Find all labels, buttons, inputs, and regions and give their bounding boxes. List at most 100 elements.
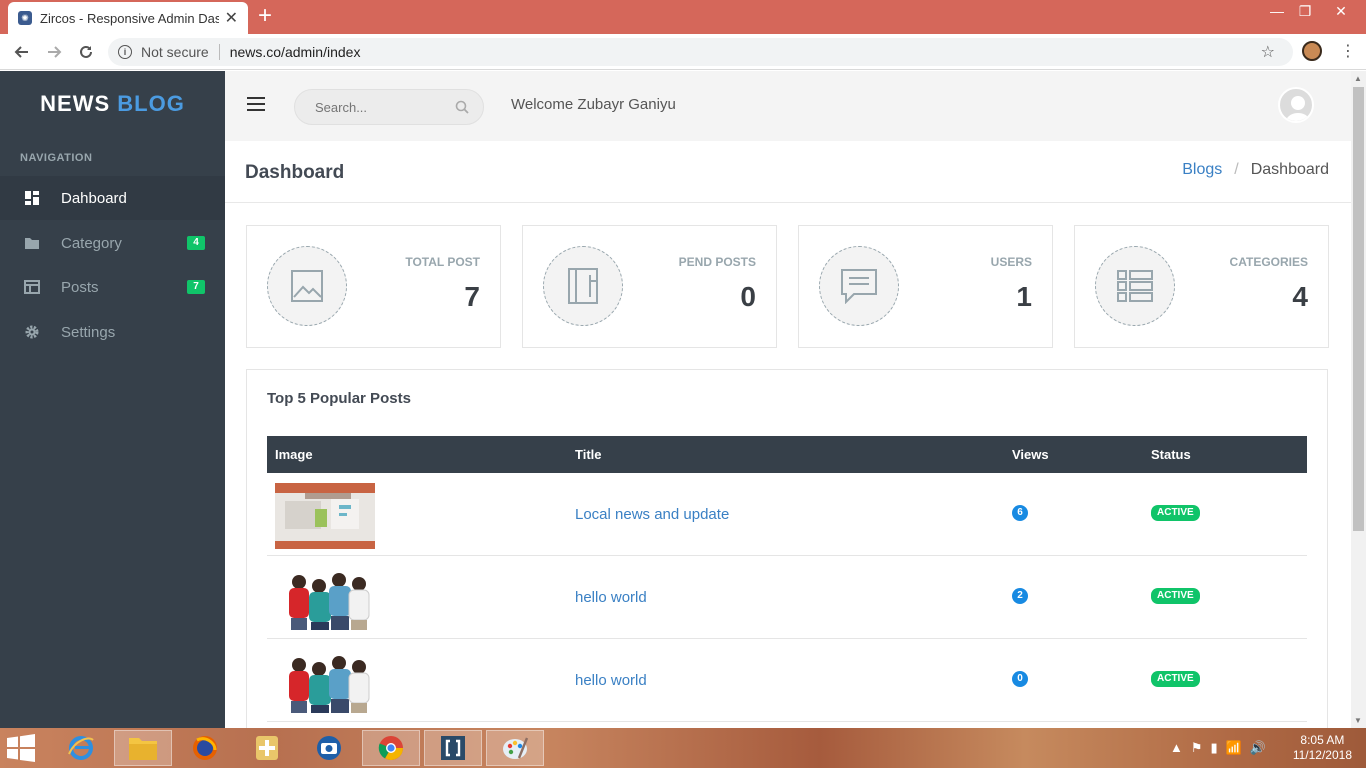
- security-label: Not secure: [141, 44, 209, 60]
- close-tab-icon[interactable]: ✕: [225, 8, 238, 28]
- stat-card-users: USERS 1: [798, 225, 1053, 348]
- calculator-icon: [256, 736, 278, 760]
- logo[interactable]: NEWS BLOG: [0, 91, 225, 117]
- menu-dots-icon[interactable]: ⋮: [1340, 41, 1356, 61]
- restore-icon[interactable]: ❐: [1290, 0, 1320, 22]
- system-tray-icons[interactable]: ▲⚑▮📶🔊: [1170, 740, 1274, 756]
- column-header-title: Title: [575, 447, 602, 462]
- stat-label: USERS: [990, 255, 1032, 269]
- folder-app-icon: [129, 738, 157, 760]
- status-badge: ACTIVE: [1151, 671, 1200, 687]
- sidebar-item-label: Category: [61, 234, 122, 252]
- post-thumbnail[interactable]: [275, 483, 375, 549]
- scrollbar-thumb[interactable]: [1353, 87, 1364, 531]
- sidebar-item-category[interactable]: Category 4: [0, 221, 225, 265]
- windows-start-icon[interactable]: [6, 734, 36, 762]
- post-title-link[interactable]: hello world: [575, 672, 647, 689]
- logo-news: NEWS: [40, 91, 111, 116]
- sidebar-item-posts[interactable]: Posts 7: [0, 265, 225, 309]
- chrome-icon: [378, 736, 403, 761]
- windows-taskbar: ▲⚑▮📶🔊 8:05 AM 11/12/2018: [0, 728, 1366, 768]
- taskbar-ie[interactable]: [52, 730, 110, 766]
- breadcrumb-separator: /: [1234, 161, 1239, 178]
- image-icon: [267, 246, 347, 326]
- info-icon[interactable]: i: [118, 45, 132, 59]
- taskbar-file-explorer[interactable]: [114, 730, 172, 766]
- stat-label: TOTAL POST: [405, 255, 480, 269]
- post-thumbnail[interactable]: [275, 566, 375, 632]
- clock-time: 8:05 AM: [1300, 733, 1345, 747]
- table-row: hello world 0 ACTIVE: [267, 639, 1307, 722]
- reload-button[interactable]: [74, 41, 98, 63]
- views-badge: 0: [1012, 671, 1028, 687]
- chat-icon: [819, 246, 899, 326]
- sidebar-item-settings[interactable]: Settings: [0, 310, 225, 354]
- clock-date: 11/12/2018: [1292, 748, 1352, 762]
- page-scrollbar[interactable]: ▲ ▼: [1351, 71, 1366, 728]
- url-bar[interactable]: i Not secure news.co/admin/index ☆: [108, 38, 1293, 66]
- dashboard-icon: [24, 190, 40, 206]
- posts-count-badge: 7: [187, 280, 205, 294]
- scroll-down-icon[interactable]: ▼: [1354, 716, 1362, 725]
- bookmark-star-icon[interactable]: ☆: [1261, 42, 1275, 62]
- browser-tab[interactable]: ✺ Zircos - Responsive Admin Dashb ✕: [8, 2, 248, 34]
- clock[interactable]: 8:05 AM 11/12/2018: [1293, 733, 1352, 763]
- taskbar-brackets[interactable]: [424, 730, 482, 766]
- user-avatar[interactable]: [1278, 87, 1314, 123]
- post-title-link[interactable]: hello world: [575, 589, 647, 606]
- logo-blog: BLOG: [117, 91, 185, 116]
- table-row: Local news and update 6 ACTIVE: [267, 473, 1307, 556]
- back-button[interactable]: [10, 41, 34, 63]
- sidebar-item-label: Posts: [61, 278, 99, 296]
- sidebar-item-dashboard[interactable]: Dahboard: [0, 176, 225, 220]
- reload-icon: [80, 45, 92, 58]
- stat-label: CATEGORIES: [1229, 255, 1308, 269]
- paint-palette-icon: [503, 737, 529, 759]
- nav-section-title: NAVIGATION: [20, 152, 93, 164]
- post-thumbnail[interactable]: [275, 649, 375, 715]
- views-badge: 2: [1012, 588, 1028, 604]
- forward-arrow-icon: [48, 46, 62, 58]
- stat-card-categories: CATEGORIES 4: [1074, 225, 1329, 348]
- favicon-icon: ✺: [18, 11, 32, 25]
- status-badge: ACTIVE: [1151, 588, 1200, 604]
- topbar: Welcome Zubayr Ganiyu: [225, 71, 1351, 141]
- stat-value: 1: [1016, 281, 1032, 312]
- taskbar-paint[interactable]: [486, 730, 544, 766]
- stat-card-total-post: TOTAL POST 7: [246, 225, 501, 348]
- stat-card-pend-posts: PEND POSTS 0: [522, 225, 777, 348]
- breadcrumb-current: Dashboard: [1250, 161, 1329, 178]
- search-input[interactable]: [315, 99, 445, 115]
- taskbar-chrome[interactable]: [362, 730, 420, 766]
- stat-value: 7: [464, 281, 480, 312]
- profile-avatar[interactable]: [1302, 41, 1322, 61]
- folder-icon: [24, 235, 40, 251]
- breadcrumb-blogs-link[interactable]: Blogs: [1182, 161, 1222, 178]
- close-window-icon[interactable]: ✕: [1326, 0, 1356, 22]
- sidebar-item-label: Settings: [61, 323, 116, 341]
- table-header: Image Title Views Status: [267, 436, 1307, 473]
- menu-toggle-icon[interactable]: [247, 97, 265, 111]
- taskbar-camera[interactable]: [300, 730, 358, 766]
- forward-button[interactable]: [42, 41, 66, 63]
- gear-icon: [24, 324, 40, 340]
- browser-title-bar: ✺ Zircos - Responsive Admin Dashb ✕ + — …: [0, 0, 1366, 34]
- firefox-icon: [193, 736, 217, 760]
- table-row: hello world 2 ACTIVE: [267, 556, 1307, 639]
- search-icon[interactable]: [455, 100, 469, 117]
- stat-label: PEND POSTS: [678, 255, 756, 269]
- category-count-badge: 4: [187, 236, 205, 250]
- new-tab-button[interactable]: +: [258, 4, 272, 28]
- breadcrumb: Blogs / Dashboard: [1182, 161, 1329, 179]
- taskbar-firefox[interactable]: [176, 730, 234, 766]
- post-title-link[interactable]: Local news and update: [575, 506, 729, 523]
- minimize-icon[interactable]: —: [1262, 0, 1292, 22]
- column-header-views: Views: [1012, 447, 1049, 462]
- sidebar-item-label: Dahboard: [61, 189, 127, 207]
- column-header-status: Status: [1151, 447, 1191, 462]
- views-badge: 6: [1012, 505, 1028, 521]
- search-box[interactable]: [294, 89, 484, 125]
- taskbar-calculator[interactable]: [238, 730, 296, 766]
- scroll-up-icon[interactable]: ▲: [1354, 74, 1362, 83]
- page-title: Dashboard: [245, 162, 345, 183]
